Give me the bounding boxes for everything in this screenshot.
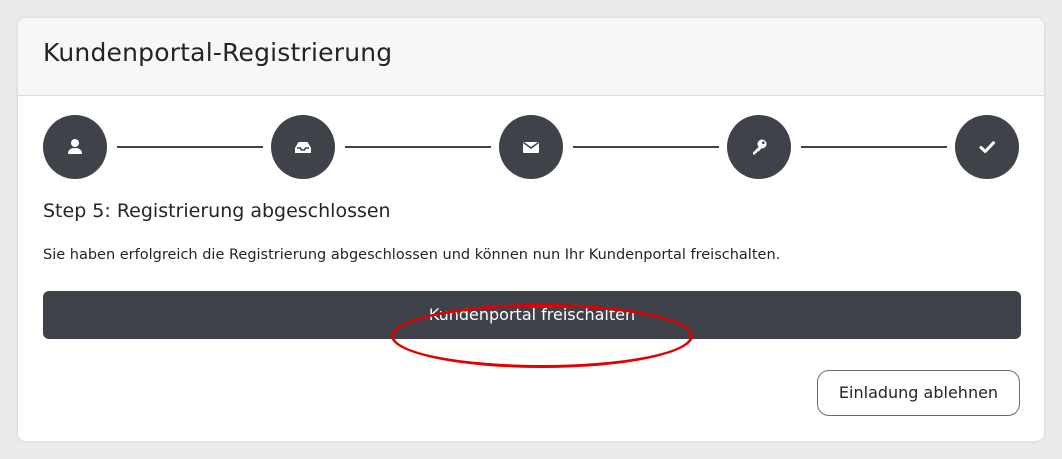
- key-icon: [753, 139, 767, 155]
- step-connector: [573, 146, 719, 148]
- envelope-icon: [523, 141, 539, 153]
- step-connector: [117, 146, 263, 148]
- step-heading: Step 5: Registrierung abgeschlossen: [43, 200, 391, 222]
- user-icon: [68, 139, 82, 154]
- card-header: Kundenportal-Registrierung: [18, 18, 1044, 96]
- step-1-user: [43, 115, 107, 179]
- step-3-email: [499, 115, 563, 179]
- unlock-portal-button[interactable]: Kundenportal freischalten: [43, 291, 1021, 339]
- step-5-complete: [955, 115, 1019, 179]
- decline-invitation-button[interactable]: Einladung ablehnen: [817, 370, 1020, 416]
- page-title: Kundenportal-Registrierung: [43, 38, 393, 67]
- step-connector: [345, 146, 491, 148]
- registration-card: Kundenportal-Registrierung Step 5: Regis…: [18, 18, 1044, 441]
- step-2-inbox: [271, 115, 335, 179]
- step-connector: [801, 146, 947, 148]
- step-description: Sie haben erfolgreich die Registrierung …: [43, 247, 781, 263]
- inbox-icon: [295, 142, 311, 153]
- step-4-password: [727, 115, 791, 179]
- checkmark-icon: [979, 141, 995, 153]
